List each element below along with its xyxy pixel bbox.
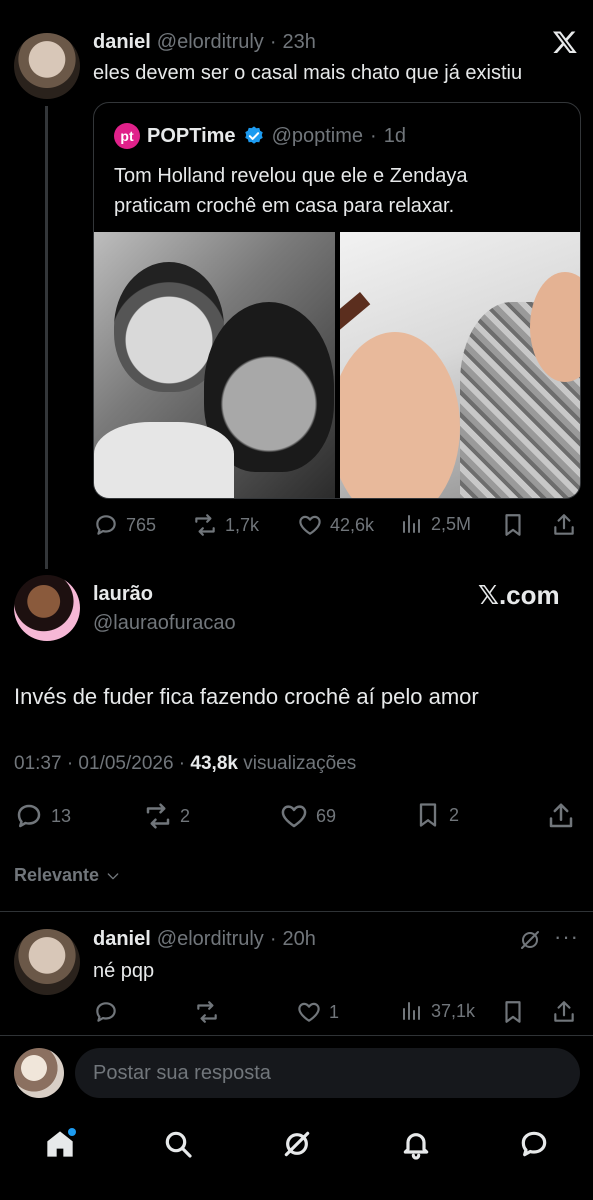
heart-icon [281,805,307,828]
poptime-logo: pt [114,123,140,149]
reply-text: né pqp [93,960,155,982]
bookmark-icon[interactable] [500,999,526,1025]
tweet-text: eles devem ser o casal mais chato que já… [93,62,523,84]
avatar[interactable] [14,33,80,99]
like-count: 42,6k [330,514,375,535]
tweet-text: Invés de fuder fica fazendo crochê aí pe… [14,684,479,709]
sort-dropdown[interactable]: Relevante [14,865,121,886]
quote-text: Tom Holland revelou que ele e Zendaya pr… [114,165,468,217]
my-avatar[interactable] [14,1048,64,1098]
thread-line [45,106,48,569]
notification-dot [68,1128,76,1136]
separator-dot: · [370,124,377,147]
avatar[interactable] [14,575,80,641]
bookmark-icon[interactable] [500,512,526,538]
like-count: 1 [329,1001,340,1022]
reply-count: 765 [126,514,157,535]
like-button[interactable]: 1 [296,999,339,1025]
reply-time[interactable]: 20h [282,928,315,951]
retweet-count: 2 [180,805,191,826]
like-count: 69 [316,805,337,826]
nav-home[interactable] [44,1128,76,1165]
reply-input[interactable]: Postar sua resposta [75,1048,580,1098]
quote-time: 1d [383,124,406,147]
views-count: 2,5M [431,513,472,534]
analytics-icon [403,1002,420,1020]
notifications-icon[interactable] [400,1128,432,1160]
watermark: 𝕏.com [478,580,560,610]
user-handle[interactable]: @elorditruly [157,31,264,54]
x-logo-icon [552,29,578,55]
share-icon[interactable] [551,512,577,538]
tweet-header: daniel @elorditruly · 23h [93,31,316,54]
reply-button[interactable]: 13 [14,801,71,831]
timestamp[interactable]: 01:37 · 01/05/2026 · [14,753,190,774]
bookmark-count: 2 [449,804,460,825]
reply-header: daniel @elorditruly · 20h [93,928,316,951]
reply-icon[interactable] [93,999,119,1025]
verified-badge-icon [244,126,263,144]
views-button[interactable]: 2,5M [400,512,471,536]
retweet-button[interactable]: 2 [143,801,190,831]
retweet-button[interactable]: 1,7k [192,512,259,538]
share-icon[interactable] [551,999,577,1025]
heart-icon [298,1002,320,1022]
user-handle[interactable]: @elorditruly [157,928,264,951]
retweet-icon [146,803,170,829]
reply-icon [96,515,116,535]
sort-label: Relevante [14,865,100,885]
messages-icon[interactable] [518,1128,550,1160]
user-name[interactable]: laurão [93,583,153,606]
reply-count: 13 [51,805,72,826]
quote-header: pt POPTime @poptime · 1d [114,123,406,149]
tweet-time[interactable]: 23h [282,31,315,54]
analytics-icon [403,515,420,533]
retweet-icon[interactable] [194,999,220,1025]
user-name[interactable]: daniel [93,928,151,951]
like-button[interactable]: 69 [279,801,336,831]
search-icon[interactable] [162,1128,194,1160]
bookmark-icon [419,803,437,827]
avatar[interactable] [14,929,80,995]
quote-tweet-card[interactable]: pt POPTime @poptime · 1d Tom Holland rev… [93,102,581,499]
heart-icon [299,515,321,535]
quote-user-name: POPTime [147,124,236,147]
retweet-icon [195,514,215,536]
share-icon[interactable] [546,801,576,831]
separator-dot: · [269,928,277,950]
divider [0,911,593,912]
retweet-count: 1,7k [225,514,260,535]
like-button[interactable]: 42,6k [297,512,374,538]
views-count: 43,8k [190,753,238,774]
quote-photo-knitting[interactable] [340,232,580,498]
user-handle[interactable]: @lauraofuracao [93,612,236,635]
quote-photo-couple[interactable] [94,232,335,498]
reply-button[interactable]: 765 [93,512,156,538]
views-count: 37,1k [431,1000,476,1021]
bottom-nav [0,1110,593,1200]
quote-user-handle: @poptime [271,124,364,147]
user-name[interactable]: daniel [93,31,151,54]
chevron-down-icon [107,872,119,879]
more-options-icon[interactable]: ··· [554,924,579,950]
grok-icon[interactable] [281,1128,313,1160]
reply-icon [17,804,41,828]
bookmark-button[interactable]: 2 [414,801,459,829]
views-label: visualizações [237,753,357,774]
separator-dot: · [269,31,277,53]
views-button[interactable]: 37,1k [400,999,475,1023]
reply-input-placeholder: Postar sua resposta [93,1061,271,1084]
tweet-meta: 01:37 · 01/05/2026 · 43,8k visualizações [14,753,356,775]
divider [0,1035,593,1036]
grok-icon[interactable] [518,928,542,952]
